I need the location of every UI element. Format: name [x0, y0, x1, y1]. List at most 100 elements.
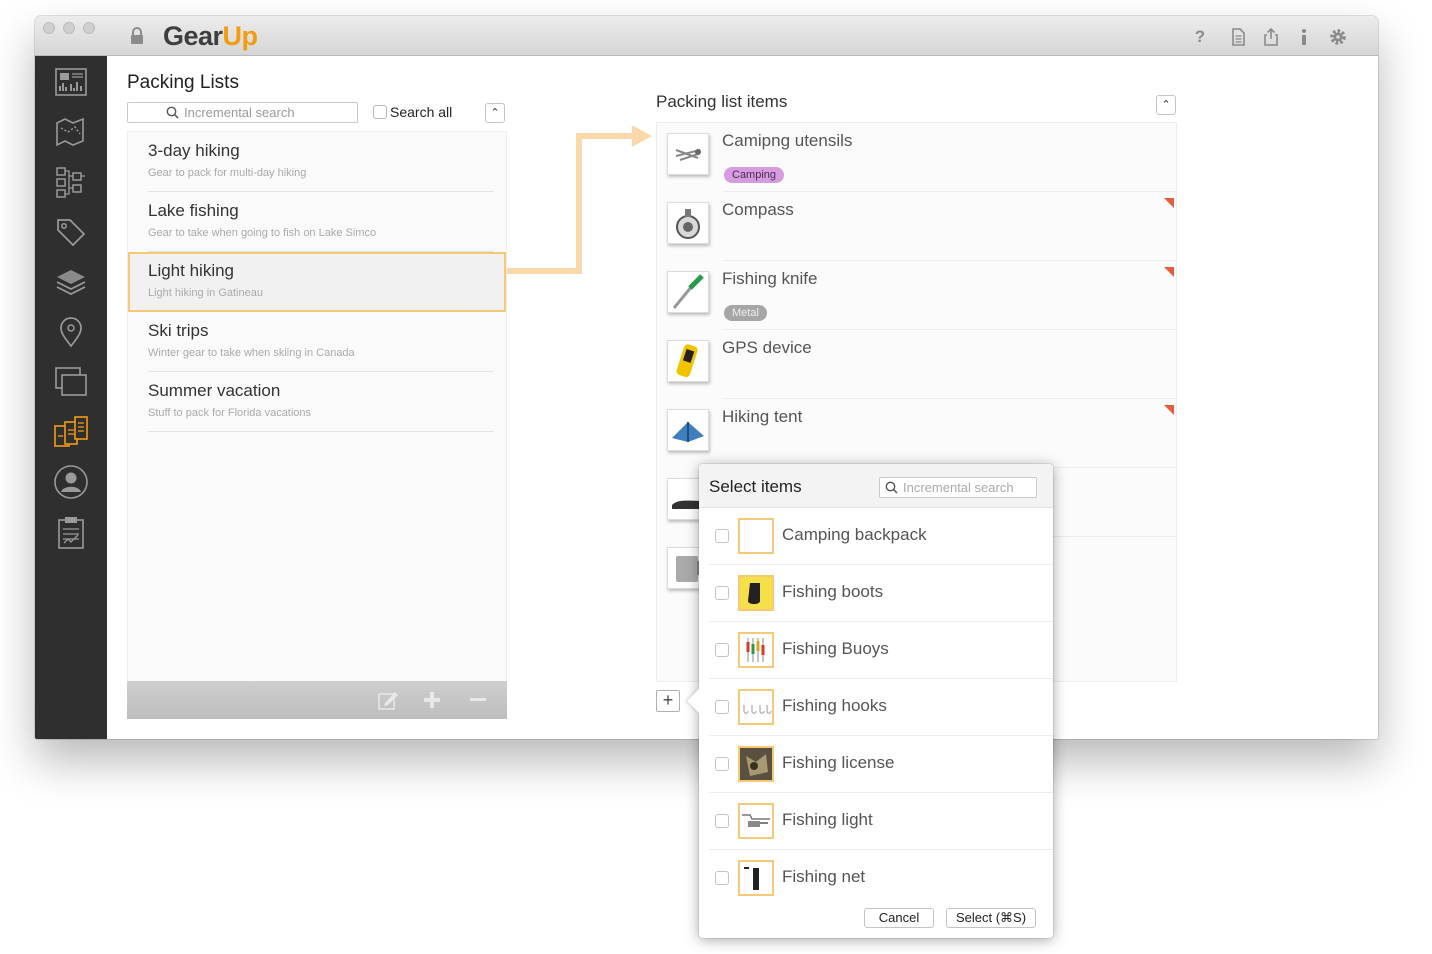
location-pin-icon[interactable] [53, 314, 89, 350]
zoom-window-button[interactable] [83, 22, 95, 34]
title-bar: GearUp ? [35, 16, 1378, 56]
divider [148, 431, 494, 432]
item-thumbnail [738, 860, 774, 896]
select-item-checkbox[interactable] [715, 643, 729, 657]
popover-header: Select items Incremental search [699, 464, 1053, 508]
document-icon[interactable] [1228, 27, 1248, 47]
lock-icon[interactable] [129, 27, 145, 45]
item-thumbnail [738, 746, 774, 782]
collapse-items-button[interactable]: ⌃ [1156, 95, 1176, 115]
sidebar [35, 56, 107, 739]
map-icon[interactable] [53, 114, 89, 150]
packing-lists-toolbar [127, 681, 507, 719]
list-item-description: Light hiking in Gatineau [148, 287, 263, 299]
camping-tag: Camping [724, 167, 785, 183]
packing-list-items-title: Packing list items [656, 92, 788, 111]
windows-icon[interactable] [53, 364, 89, 400]
select-item-checkbox[interactable] [715, 529, 729, 543]
select-item-row[interactable]: Fishing license [699, 736, 1053, 793]
select-item-row[interactable]: Fishing hooks [699, 679, 1053, 736]
layers-icon[interactable] [53, 264, 89, 300]
add-icon[interactable] [421, 689, 443, 711]
item-thumbnail [667, 202, 709, 244]
list-item-description: Gear to pack for multi-day hiking [148, 167, 307, 179]
list-item-name: Lake fishing [148, 201, 239, 220]
question-icon[interactable]: ? [1190, 27, 1210, 47]
list-item[interactable]: Lake fishing Gear to take when going to … [128, 192, 506, 252]
popover-arrow [687, 689, 699, 713]
table-row[interactable]: GPS device [657, 330, 1176, 399]
user-icon[interactable] [53, 464, 89, 500]
gear-icon[interactable] [1328, 27, 1348, 47]
select-item-row[interactable]: Fishing boots [699, 565, 1053, 622]
list-item-description: Winter gear to take when skiing in Canad… [148, 347, 355, 359]
popover-title: Select items [709, 477, 802, 496]
list-item-name: Summer vacation [148, 381, 281, 400]
app-logo: GearUp [163, 21, 258, 51]
cancel-button[interactable]: Cancel [864, 908, 934, 928]
search-placeholder: Incremental search [903, 480, 1014, 495]
packing-lists-list: 3-day hiking Gear to pack for multi-day … [127, 131, 507, 719]
flag-icon [1164, 198, 1174, 208]
search-all-checkbox[interactable] [373, 105, 387, 119]
list-item[interactable]: Ski trips Winter gear to take when skiin… [128, 312, 506, 372]
select-item-row[interactable]: Camping backpack [699, 508, 1053, 565]
item-name: Fishing knife [722, 269, 818, 288]
edit-icon[interactable] [377, 689, 399, 711]
item-thumbnail [667, 133, 709, 175]
item-thumbnail [667, 271, 709, 313]
table-row[interactable]: Fishing knife Metal [657, 261, 1176, 330]
minimize-window-button[interactable] [63, 22, 75, 34]
search-all-label: Search all [390, 104, 453, 120]
select-item-checkbox[interactable] [715, 871, 729, 885]
item-name: Hiking tent [722, 407, 803, 426]
info-icon[interactable] [1294, 27, 1314, 47]
item-thumbnail [738, 518, 774, 554]
hierarchy-icon[interactable] [53, 164, 89, 200]
item-thumbnail [738, 632, 774, 668]
select-button[interactable]: Select (⌘S) [946, 908, 1036, 928]
item-name: Camipng utensils [722, 131, 853, 150]
packing-lists-icon[interactable] [53, 414, 89, 450]
list-item[interactable]: Summer vacation Stuff to pack for Florid… [128, 372, 506, 432]
list-item-name: Ski trips [148, 321, 209, 340]
select-item-row[interactable]: Fishing net [699, 850, 1053, 907]
select-item-checkbox[interactable] [715, 586, 729, 600]
item-thumbnail [667, 340, 709, 382]
select-items-popover: Select items Incremental search Camping … [687, 464, 1053, 938]
select-item-row[interactable]: Fishing light [699, 793, 1053, 850]
list-item[interactable]: 3-day hiking Gear to pack for multi-day … [128, 132, 506, 192]
flag-icon [1164, 405, 1174, 415]
table-row[interactable]: Compass [657, 192, 1176, 261]
table-row[interactable]: Hiking tent [657, 399, 1176, 468]
select-item-row[interactable]: Fishing Buoys [699, 622, 1053, 679]
remove-icon[interactable] [467, 689, 489, 711]
collapse-packing-lists-button[interactable]: ⌃ [485, 103, 505, 123]
search-icon [166, 106, 179, 119]
search-icon [885, 481, 898, 494]
select-item-checkbox[interactable] [715, 700, 729, 714]
item-thumbnail [667, 409, 709, 451]
close-window-button[interactable] [43, 22, 55, 34]
item-thumbnail [738, 575, 774, 611]
dashboard-icon[interactable] [53, 64, 89, 100]
select-item-checkbox[interactable] [715, 814, 729, 828]
select-item-label: Fishing hooks [782, 696, 887, 715]
item-thumbnail [738, 689, 774, 725]
select-item-label: Fishing boots [782, 582, 884, 601]
packing-lists-title: Packing Lists [127, 72, 239, 93]
item-thumbnail [738, 803, 774, 839]
popover-search-input[interactable]: Incremental search [879, 477, 1037, 498]
list-item-selected[interactable]: Light hiking Light hiking in Gatineau [128, 252, 506, 312]
select-item-checkbox[interactable] [715, 757, 729, 771]
select-item-label: Camping backpack [782, 525, 927, 544]
share-icon[interactable] [1261, 27, 1281, 47]
item-name: GPS device [722, 338, 812, 357]
select-item-label: Fishing net [782, 867, 866, 886]
table-row[interactable]: Camipng utensils Camping [657, 123, 1176, 192]
metal-tag: Metal [724, 305, 767, 321]
packing-lists-search-input[interactable]: Incremental search [127, 102, 358, 123]
add-item-button[interactable]: + [656, 690, 680, 712]
tag-icon[interactable] [53, 214, 89, 250]
clipboard-icon[interactable] [53, 514, 89, 550]
